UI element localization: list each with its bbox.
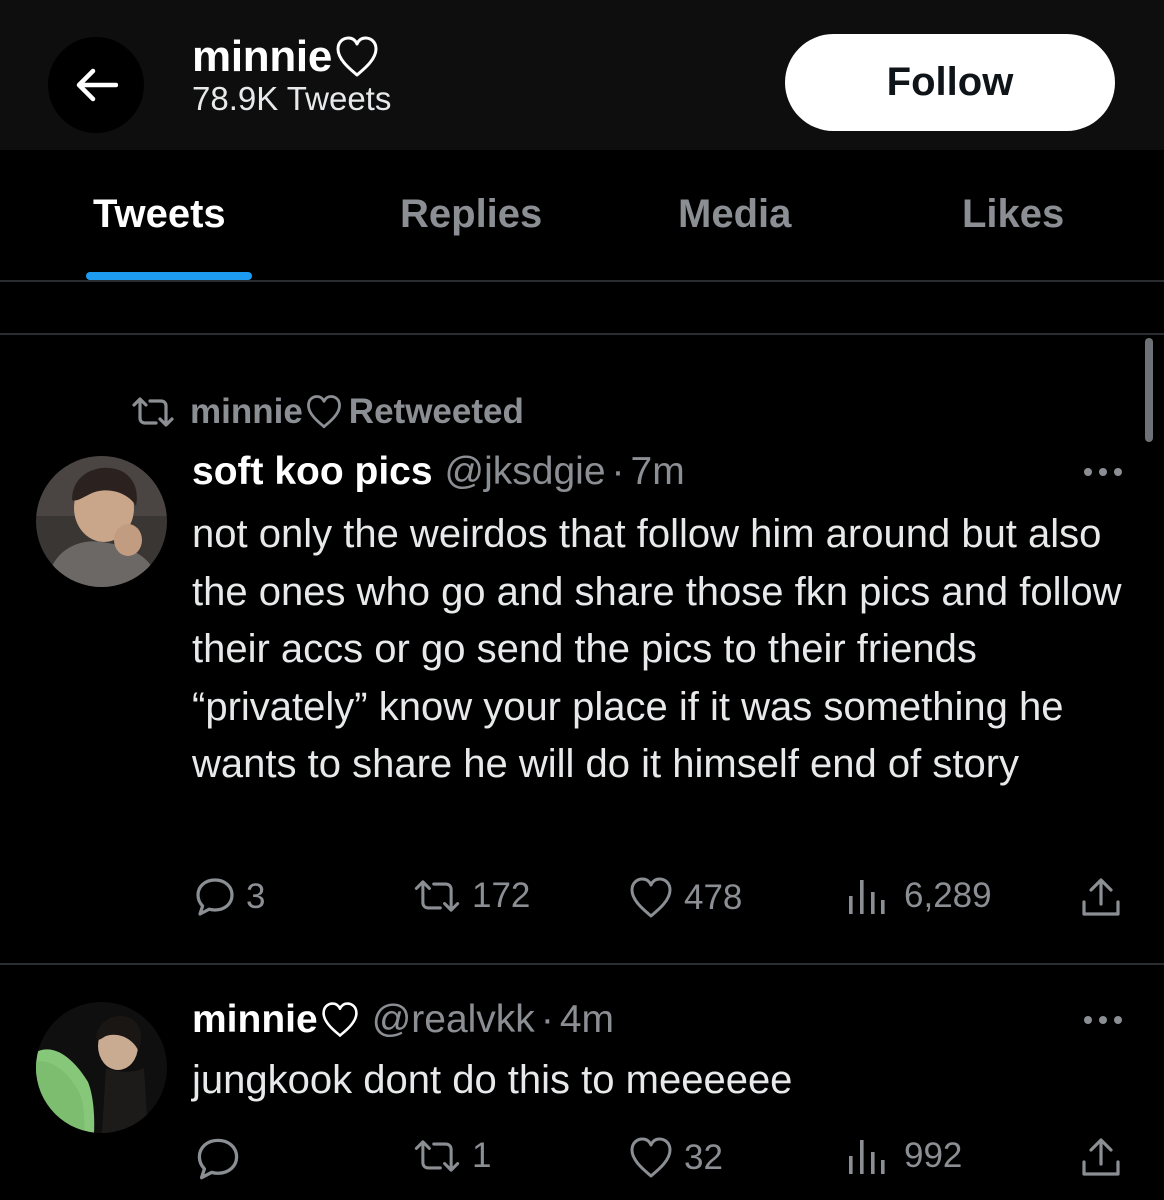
tabs-divider xyxy=(0,280,1164,282)
profile-name-text: minnie xyxy=(192,32,332,81)
retweet-icon xyxy=(414,880,460,912)
tweet-text: not only the weirdos that follow him aro… xyxy=(192,512,1122,786)
avatar[interactable] xyxy=(36,1002,167,1133)
like-button[interactable]: 32 xyxy=(628,1136,723,1180)
heart-outline-icon xyxy=(306,395,341,429)
views-icon xyxy=(849,1140,885,1174)
retweet-button[interactable]: 172 xyxy=(412,876,530,916)
tweet-time[interactable]: 7m xyxy=(631,450,685,494)
retweet-count: 172 xyxy=(472,876,531,915)
reply-icon xyxy=(197,1138,239,1180)
view-count: 6,289 xyxy=(904,876,992,915)
share-button[interactable] xyxy=(1080,876,1122,920)
tab-media[interactable]: Media xyxy=(678,192,791,237)
section-divider xyxy=(0,333,1164,335)
tweet-time[interactable]: 4m xyxy=(560,998,614,1042)
retweeted-by-name: minnie xyxy=(190,392,303,431)
author-display-name[interactable]: soft koo pics xyxy=(192,450,433,494)
author-handle[interactable]: @jksdgie xyxy=(445,450,606,494)
share-icon xyxy=(1082,1138,1120,1176)
share-button[interactable] xyxy=(1080,1136,1122,1180)
tweet-header: minnie @realvkk · 4m xyxy=(192,998,614,1042)
scrollbar[interactable] xyxy=(1145,338,1153,442)
profile-header: minnie 78.9K Tweets Follow xyxy=(0,0,1164,150)
tweet-header: soft koo pics @jksdgie · 7m xyxy=(192,450,685,494)
retweet-icon xyxy=(414,1140,460,1172)
reply-button[interactable]: 3 xyxy=(194,876,265,918)
more-options-button[interactable] xyxy=(1083,465,1123,485)
like-button[interactable]: 478 xyxy=(628,876,742,920)
active-tab-indicator xyxy=(86,272,252,280)
tweet-count: 78.9K Tweets xyxy=(192,80,392,117)
view-count: 992 xyxy=(904,1136,963,1175)
retweet-indicator[interactable]: minnie Retweeted xyxy=(130,392,524,432)
reply-button[interactable] xyxy=(194,1136,252,1182)
arrow-left-icon xyxy=(76,68,118,102)
more-icon xyxy=(1084,468,1122,476)
more-options-button[interactable] xyxy=(1083,1013,1123,1033)
more-icon xyxy=(1084,1016,1122,1024)
like-icon xyxy=(630,877,672,918)
views-button[interactable]: 6,289 xyxy=(846,876,992,916)
retweeted-label: Retweeted xyxy=(348,392,524,431)
retweet-icon xyxy=(132,397,174,427)
profile-tabs: Tweets Replies Media Likes xyxy=(0,150,1164,280)
author-display-name-text: minnie xyxy=(192,998,318,1041)
avatar-photo xyxy=(36,456,167,587)
author-display-name[interactable]: minnie xyxy=(192,998,360,1042)
reply-count: 3 xyxy=(246,877,266,916)
tab-likes[interactable]: Likes xyxy=(962,192,1064,237)
back-button[interactable] xyxy=(48,37,144,133)
heart-outline-icon xyxy=(321,1002,358,1037)
separator-dot: · xyxy=(611,450,625,493)
retweet-count: 1 xyxy=(472,1136,492,1175)
avatar[interactable] xyxy=(36,456,167,587)
follow-button[interactable]: Follow xyxy=(785,34,1115,131)
like-count: 478 xyxy=(684,878,743,917)
share-icon xyxy=(1082,878,1120,916)
reply-icon xyxy=(196,878,234,916)
tweet-divider xyxy=(0,963,1164,965)
like-count: 32 xyxy=(684,1138,723,1177)
avatar-photo xyxy=(36,1002,167,1133)
views-icon xyxy=(849,880,885,914)
author-handle[interactable]: @realvkk xyxy=(372,998,535,1042)
like-icon xyxy=(630,1137,672,1178)
tweet-text: jungkook dont do this to meeeeee xyxy=(192,1058,793,1102)
separator-dot: · xyxy=(540,998,554,1041)
retweet-button[interactable]: 1 xyxy=(412,1136,491,1176)
heart-outline-icon xyxy=(336,36,378,77)
profile-name: minnie xyxy=(192,32,380,82)
views-button[interactable]: 992 xyxy=(846,1136,962,1176)
tab-tweets[interactable]: Tweets xyxy=(93,192,226,237)
tab-replies[interactable]: Replies xyxy=(400,192,542,237)
